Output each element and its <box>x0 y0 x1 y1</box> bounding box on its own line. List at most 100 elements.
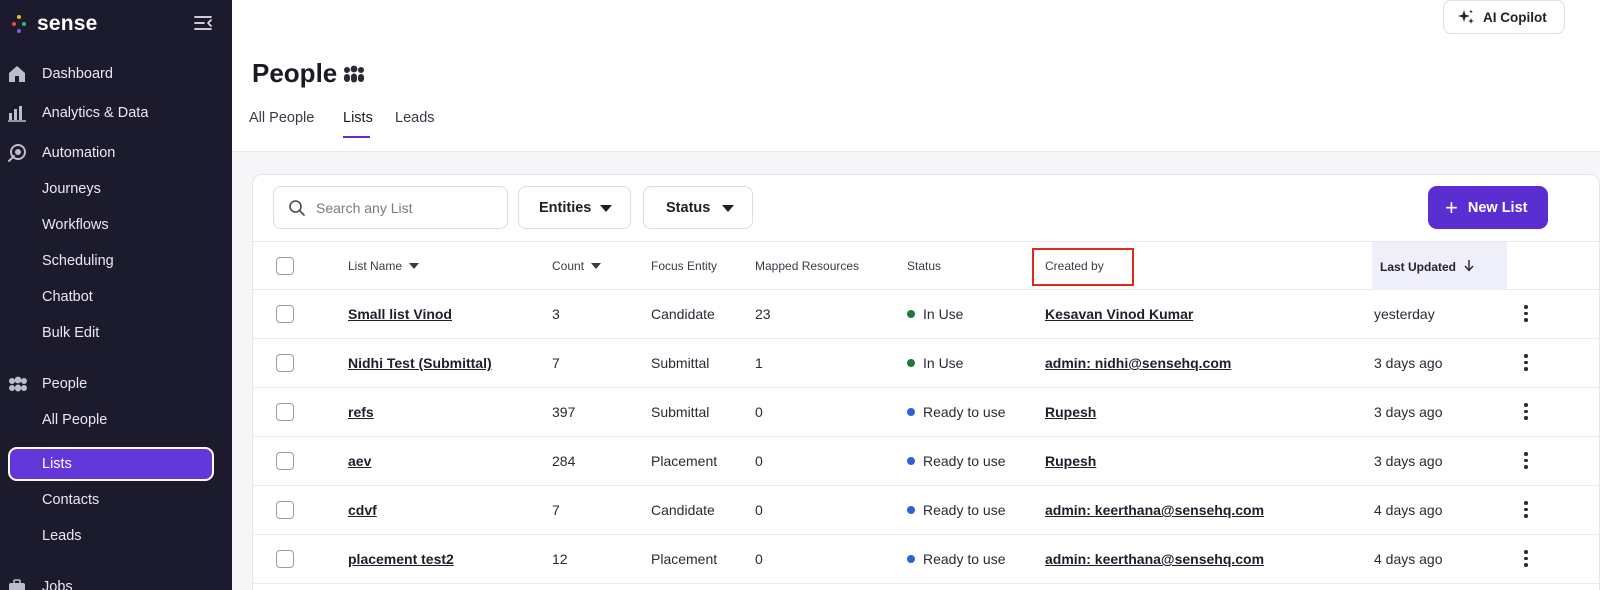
plus-icon: + <box>1445 194 1458 220</box>
status-text: Ready to use <box>923 502 1006 518</box>
status-dot-icon <box>907 310 915 318</box>
count-cell: 7 <box>552 355 560 371</box>
sidebar-item-label: People <box>42 376 88 392</box>
sidebar-item-all-people[interactable]: All People <box>0 403 232 437</box>
more-options-icon[interactable] <box>1523 305 1529 323</box>
focus-entity-cell: Placement <box>651 453 718 469</box>
status-dropdown-label: Status <box>666 199 711 216</box>
page-title: People <box>252 58 338 88</box>
list-name-link[interactable]: cdvf <box>348 502 377 518</box>
created-by-link[interactable]: admin: nidhi@sensehq.com <box>1045 355 1231 371</box>
col-header-list-name[interactable]: List Name <box>348 259 420 273</box>
sidebar-item-contacts[interactable]: Contacts <box>0 483 232 517</box>
brand-logo[interactable]: sense <box>12 10 98 38</box>
status-cell: Ready to use <box>907 502 1006 518</box>
collapse-sidebar-icon[interactable] <box>194 14 214 32</box>
bar-chart-icon <box>7 103 27 123</box>
last-updated-cell: 3 days ago <box>1374 453 1443 469</box>
sidebar-item-jobs[interactable]: Jobs <box>0 570 232 590</box>
status-cell: Ready to use <box>907 453 1006 469</box>
table-row[interactable]: Small list Vinod 3 Candidate 23 In Use K… <box>253 290 1600 339</box>
last-updated-cell: 4 days ago <box>1374 551 1443 567</box>
row-checkbox[interactable] <box>276 550 294 568</box>
search-icon <box>288 199 306 217</box>
sidebar-item-automation[interactable]: Automation <box>0 136 232 170</box>
status-dropdown[interactable]: Status <box>643 186 753 229</box>
sidebar-item-label: Workflows <box>42 217 109 233</box>
people-icon <box>342 64 366 84</box>
table-row[interactable]: placement test2 12 Placement 0 Ready to … <box>253 535 1600 584</box>
sidebar-item-chatbot[interactable]: Chatbot <box>0 280 232 314</box>
row-checkbox[interactable] <box>276 452 294 470</box>
list-name-link[interactable]: Small list Vinod <box>348 306 452 322</box>
col-header-focus-entity: Focus Entity <box>651 259 718 273</box>
last-updated-cell: 4 days ago <box>1374 502 1443 518</box>
row-checkbox[interactable] <box>276 354 294 372</box>
focus-entity-cell: Placement <box>651 551 718 567</box>
sparkle-icon <box>1458 9 1474 25</box>
row-checkbox[interactable] <box>276 501 294 519</box>
select-all-checkbox[interactable] <box>276 257 294 275</box>
created-by-link[interactable]: Rupesh <box>1045 453 1096 469</box>
tab-lists[interactable]: Lists <box>343 110 373 126</box>
sidebar-item-leads[interactable]: Leads <box>0 519 232 553</box>
more-options-icon[interactable] <box>1523 354 1529 372</box>
active-tab-indicator <box>343 136 370 138</box>
list-name-link[interactable]: placement test2 <box>348 551 454 567</box>
focus-entity-cell: Submittal <box>651 355 710 371</box>
last-updated-cell: 3 days ago <box>1374 355 1443 371</box>
sidebar-item-workflows[interactable]: Workflows <box>0 208 232 242</box>
sidebar-item-journeys[interactable]: Journeys <box>0 172 232 206</box>
search-box[interactable] <box>273 186 508 229</box>
more-options-icon[interactable] <box>1523 550 1529 568</box>
status-cell: In Use <box>907 306 963 322</box>
search-input[interactable] <box>316 199 496 216</box>
col-header-status: Status <box>907 259 942 273</box>
sidebar-item-label: Analytics & Data <box>42 105 149 121</box>
sidebar-item-bulk-edit[interactable]: Bulk Edit <box>0 316 232 350</box>
table-row[interactable]: refs 397 Submittal 0 Ready to use Rupesh… <box>253 388 1600 437</box>
col-header-last-updated[interactable]: Last Updated <box>1372 242 1507 290</box>
list-name-link[interactable]: Nidhi Test (Submittal) <box>348 355 492 371</box>
sidebar-item-lists[interactable]: Lists <box>8 447 214 481</box>
col-header-mapped-resources: Mapped Resources <box>755 259 860 273</box>
new-list-label: New List <box>1467 199 1528 216</box>
sidebar-item-analytics[interactable]: Analytics & Data <box>0 96 232 130</box>
row-checkbox[interactable] <box>276 403 294 421</box>
ai-copilot-button[interactable]: AI Copilot <box>1443 0 1565 34</box>
sidebar-item-people[interactable]: People <box>0 367 232 401</box>
mapped-resources-cell: 0 <box>755 551 763 567</box>
table-row[interactable]: Nidhi Test (Submittal) 7 Submittal 1 In … <box>253 339 1600 388</box>
sidebar-item-label: Leads <box>42 528 82 544</box>
sidebar-item-scheduling[interactable]: Scheduling <box>0 244 232 278</box>
more-options-icon[interactable] <box>1523 452 1529 470</box>
sidebar-item-label: Lists <box>42 456 72 472</box>
list-name-link[interactable]: refs <box>348 404 374 420</box>
created-by-link[interactable]: Kesavan Vinod Kumar <box>1045 306 1193 322</box>
count-cell: 284 <box>552 453 576 469</box>
focus-entity-cell: Candidate <box>651 306 715 322</box>
entities-dropdown[interactable]: Entities <box>518 186 631 229</box>
sidebar-item-dashboard[interactable]: Dashboard <box>0 57 232 91</box>
status-cell: Ready to use <box>907 404 1006 420</box>
table-header: Last Updated List Name Count Focus Entit… <box>253 241 1600 290</box>
tab-all-people[interactable]: All People <box>249 110 314 126</box>
status-cell: Ready to use <box>907 551 1006 567</box>
list-name-link[interactable]: aev <box>348 453 371 469</box>
col-header-count[interactable]: Count <box>552 259 602 273</box>
table-row[interactable]: cdvf 7 Candidate 0 Ready to use admin: k… <box>253 486 1600 535</box>
mapped-resources-cell: 23 <box>755 306 771 322</box>
tab-leads[interactable]: Leads <box>395 110 435 126</box>
more-options-icon[interactable] <box>1523 403 1529 421</box>
row-checkbox[interactable] <box>276 305 294 323</box>
mapped-resources-cell: 1 <box>755 355 763 371</box>
more-options-icon[interactable] <box>1523 501 1529 519</box>
new-list-button[interactable]: + New List <box>1428 186 1548 229</box>
created-by-link[interactable]: Rupesh <box>1045 404 1096 420</box>
created-by-link[interactable]: admin: keerthana@sensehq.com <box>1045 551 1264 567</box>
created-by-link[interactable]: admin: keerthana@sensehq.com <box>1045 502 1264 518</box>
status-dot-icon <box>907 408 915 416</box>
status-dot-icon <box>907 506 915 514</box>
status-dot-icon <box>907 359 915 367</box>
table-row[interactable]: aev 284 Placement 0 Ready to use Rupesh … <box>253 437 1600 486</box>
